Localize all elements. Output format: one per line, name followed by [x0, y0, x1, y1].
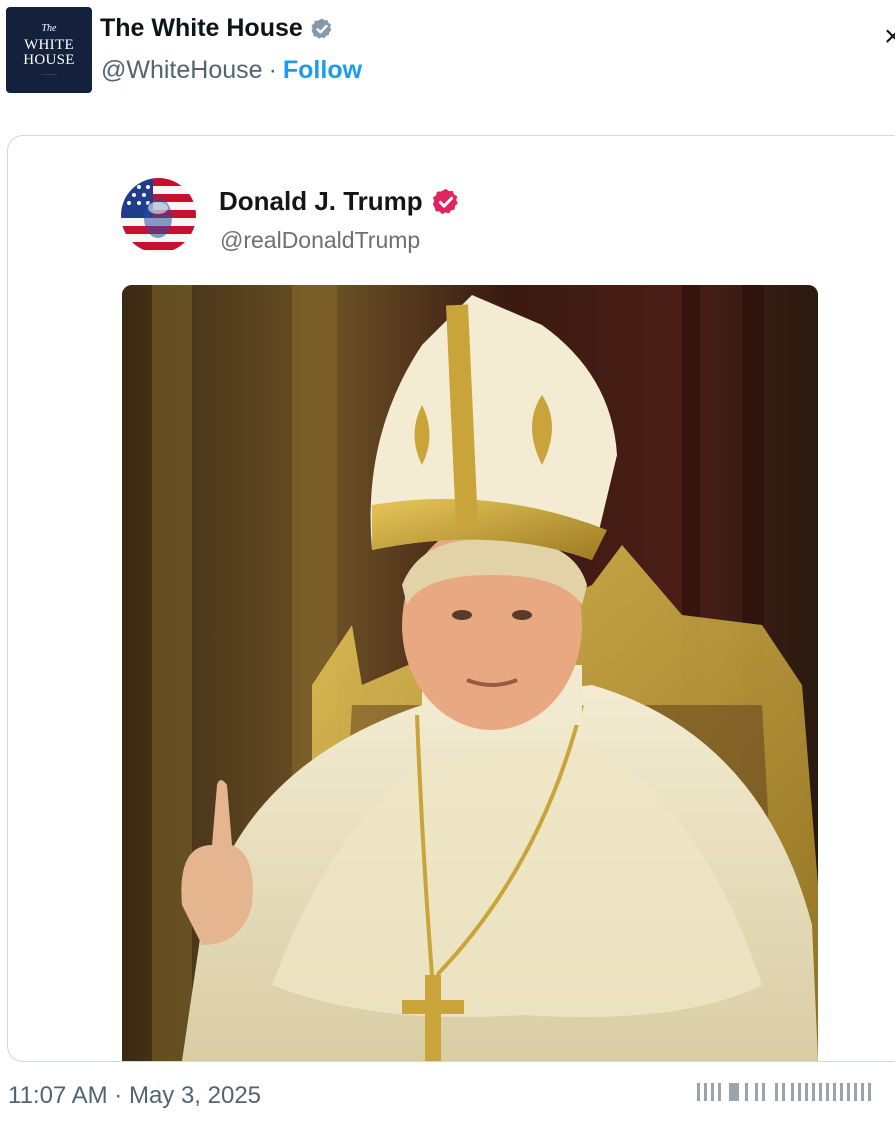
quoted-account-name[interactable]: Donald J. Trump: [219, 186, 423, 217]
account-handle[interactable]: @WhiteHouse: [101, 56, 263, 85]
watermark: [695, 1079, 885, 1107]
post-timestamp[interactable]: 11:07 AM · May 3, 2025: [8, 1082, 261, 1110]
white-house-avatar[interactable]: The WHITE HOUSE —————: [6, 7, 92, 93]
verified-badge-icon: [310, 17, 334, 41]
separator-dot: ·: [268, 56, 277, 84]
trump-avatar[interactable]: [121, 178, 196, 253]
post-header: The WHITE HOUSE ————— The White House @W…: [0, 0, 895, 110]
close-icon[interactable]: ×: [884, 20, 895, 54]
avatar-text-white: WHITE: [24, 37, 74, 53]
avatar-tagline: —————: [41, 72, 57, 76]
handle-row: @WhiteHouse · Follow: [101, 56, 362, 85]
account-name[interactable]: The White House: [100, 14, 303, 43]
avatar-text-the: The: [41, 23, 57, 34]
account-name-row: The White House: [100, 14, 334, 43]
quoted-account-handle[interactable]: @realDonaldTrump: [220, 227, 420, 254]
follow-button[interactable]: Follow: [283, 56, 362, 85]
pink-verified-badge-icon: [431, 187, 461, 217]
post-image[interactable]: [122, 285, 818, 1061]
quoted-name-row: Donald J. Trump: [219, 186, 461, 217]
avatar-text-house: HOUSE: [23, 52, 75, 68]
quoted-post-card[interactable]: Donald J. Trump @realDonaldTrump: [7, 135, 895, 1062]
